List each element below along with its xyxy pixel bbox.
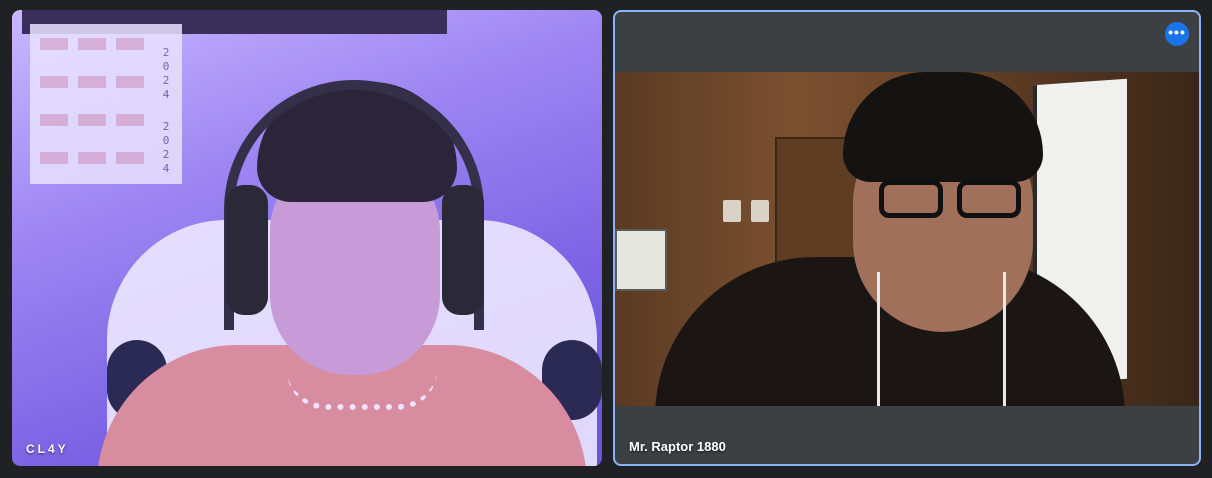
more-horiz-icon: ••• (1168, 24, 1186, 40)
participant-hair (843, 72, 1043, 182)
small-whiteboard (615, 229, 667, 291)
earbud-wire-left (877, 272, 880, 406)
earbud-wire-right (1003, 272, 1006, 406)
calendar-digit: 4 (162, 162, 170, 175)
calendar-year-bottom: 2 0 2 4 (160, 120, 172, 176)
calendar-digit: 4 (162, 88, 170, 101)
participant-name-label: Mr. Raptor 1880 (629, 439, 726, 454)
calendar-row (40, 38, 150, 50)
headphone-cup-left (226, 185, 268, 315)
participant-name-label: CL4Y (26, 442, 69, 456)
glasses-lens-right (957, 180, 1021, 218)
calendar-digit: 2 (162, 46, 170, 59)
calendar-row (40, 152, 150, 164)
participant-tile-mr-raptor-1880[interactable]: ••• Mr. Raptor 1880 (613, 10, 1201, 466)
participant-tile-cl4y[interactable]: 2 0 2 4 2 0 2 4 CL4Y (12, 10, 602, 466)
calendar-row (40, 76, 150, 88)
calendar-year-top: 2 0 2 4 (160, 46, 172, 102)
wall-switch (723, 200, 741, 222)
participant-video (615, 72, 1199, 406)
calendar-digit: 2 (162, 74, 170, 87)
meeting-stage: 2 0 2 4 2 0 2 4 CL4Y ••• Mr. Raptor 1880 (0, 0, 1212, 478)
wall-switch (751, 200, 769, 222)
calendar-digit: 0 (162, 134, 170, 147)
more-options-button[interactable]: ••• (1165, 22, 1189, 46)
glasses-lens-left (879, 180, 943, 218)
calendar-digit: 2 (162, 120, 170, 133)
headphone-cup-right (442, 185, 484, 315)
wall-calendar: 2 0 2 4 2 0 2 4 (30, 24, 182, 184)
calendar-row (40, 114, 150, 126)
calendar-digit: 0 (162, 60, 170, 73)
calendar-digit: 2 (162, 148, 170, 161)
necklace (287, 370, 437, 410)
